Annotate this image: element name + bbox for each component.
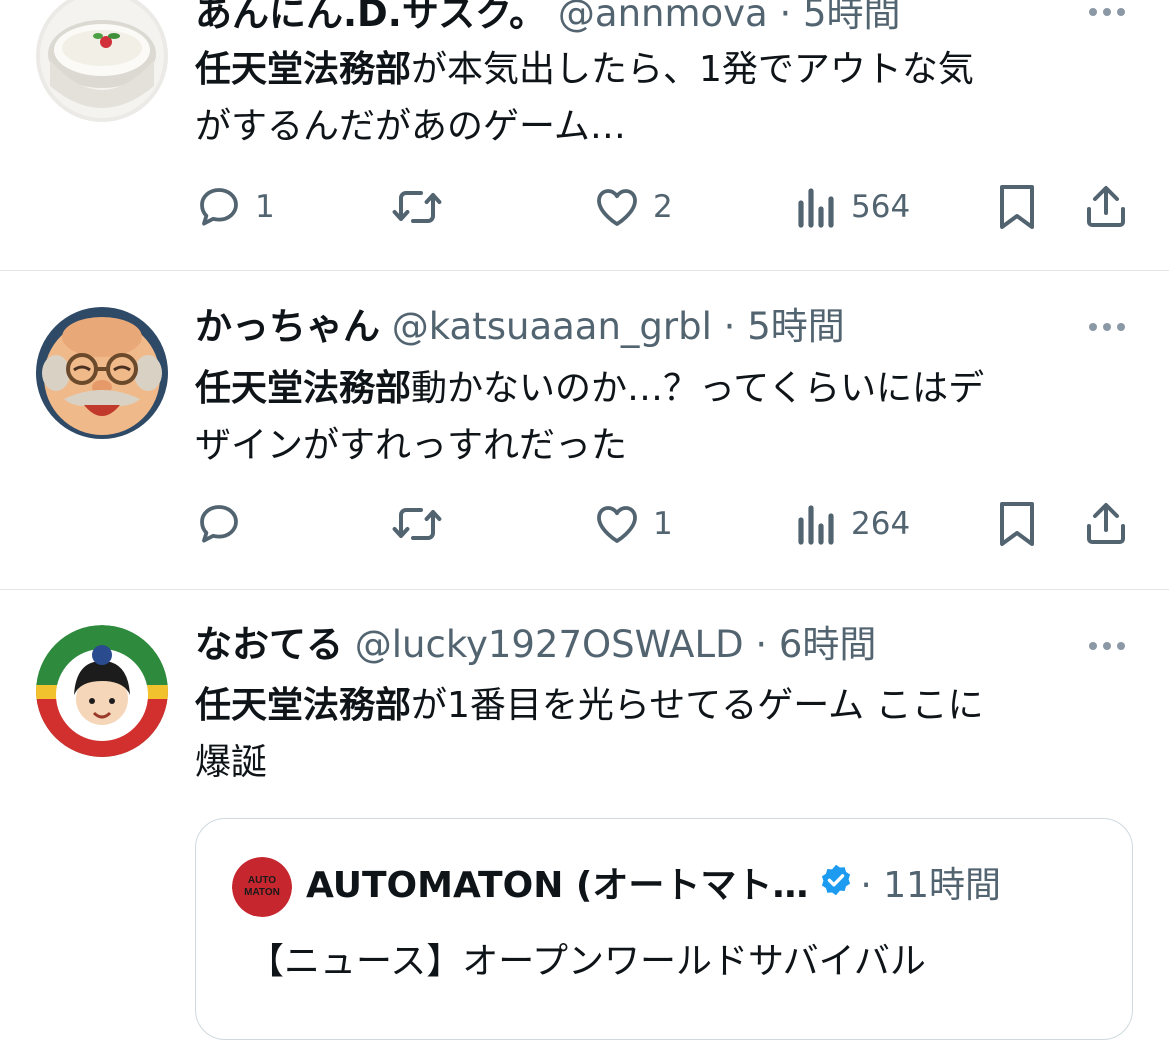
svg-text:MATON: MATON bbox=[244, 887, 280, 898]
views-button[interactable]: 564 bbox=[795, 177, 910, 237]
action-bar: 1 264 bbox=[195, 494, 1140, 554]
separator: · bbox=[723, 305, 736, 348]
quoted-header: AUTOMATON (オートマト… · 11時間 bbox=[306, 861, 1001, 912]
reply-button[interactable]: 1 bbox=[195, 177, 275, 237]
timestamp[interactable]: 5時間 bbox=[747, 305, 845, 348]
tweet-text: 任天堂法務部動かないのか…？ってくらいにはデ ザインがすれっすれだった bbox=[195, 360, 1125, 474]
bookmark-icon bbox=[1000, 502, 1034, 546]
retweet-icon bbox=[392, 191, 442, 223]
avatar[interactable] bbox=[36, 0, 168, 122]
share-button[interactable] bbox=[1083, 177, 1129, 237]
views-button[interactable]: 264 bbox=[795, 494, 910, 554]
like-button[interactable]: 2 bbox=[593, 177, 673, 237]
user-handle[interactable]: @katsuaaan_grbl bbox=[392, 305, 712, 348]
display-name[interactable]: なおてる bbox=[195, 623, 343, 666]
tweet-text: 任天堂法務部が1番目を光らせてるゲーム ここに 爆誕 bbox=[195, 677, 1125, 791]
display-name[interactable]: あんにん.D.サスク。 bbox=[195, 0, 546, 35]
views-icon bbox=[798, 188, 834, 228]
bookmark-button[interactable] bbox=[995, 494, 1039, 554]
bookmark-icon bbox=[1000, 185, 1034, 229]
more-icon[interactable] bbox=[1086, 317, 1128, 337]
display-name[interactable]: かっちゃん bbox=[195, 305, 380, 348]
view-count: 264 bbox=[851, 506, 911, 542]
tweet-header: あんにん.D.サスク。 @annmova · 5時間 bbox=[195, 0, 901, 38]
retweet-button[interactable] bbox=[391, 494, 455, 554]
like-icon bbox=[597, 506, 637, 543]
display-name[interactable]: AUTOMATON (オートマト… bbox=[306, 865, 808, 906]
view-count: 564 bbox=[851, 189, 911, 225]
like-button[interactable]: 1 bbox=[593, 494, 673, 554]
like-icon bbox=[597, 189, 637, 226]
text-line: が1番目を光らせてるゲーム ここに bbox=[411, 685, 984, 726]
more-icon[interactable] bbox=[1086, 2, 1128, 22]
share-icon bbox=[1087, 503, 1125, 544]
like-count: 1 bbox=[653, 506, 673, 542]
retweet-icon bbox=[392, 508, 442, 540]
separator: · bbox=[779, 0, 792, 35]
text-line: ザインがすれっすれだった bbox=[195, 425, 628, 466]
more-icon[interactable] bbox=[1086, 636, 1128, 656]
timestamp[interactable]: 11時間 bbox=[883, 865, 1001, 906]
separator: · bbox=[755, 623, 768, 666]
text-line: 動かないのか…？ってくらいにはデ bbox=[411, 368, 985, 409]
tweet-header: かっちゃん @katsuaaan_grbl · 5時間 bbox=[195, 303, 845, 351]
mention-link[interactable]: 任天堂法務部 bbox=[195, 49, 411, 90]
tweet-2[interactable]: かっちゃん @katsuaaan_grbl · 5時間 任天堂法務部動かないのか… bbox=[0, 271, 1169, 588]
avatar[interactable]: AUTO MATON bbox=[232, 857, 292, 917]
user-handle[interactable]: @annmova bbox=[558, 0, 768, 35]
action-bar: 1 2 564 bbox=[195, 177, 1140, 237]
avatar[interactable] bbox=[36, 625, 168, 757]
timestamp[interactable]: 5時間 bbox=[803, 0, 901, 35]
reply-button[interactable] bbox=[195, 494, 255, 554]
bookmark-button[interactable] bbox=[995, 177, 1039, 237]
share-icon bbox=[1087, 186, 1125, 227]
text-line: 爆誕 bbox=[195, 742, 268, 783]
like-count: 2 bbox=[653, 189, 673, 225]
retweet-button[interactable] bbox=[391, 177, 455, 237]
tweet-text: 任天堂法務部が本気出したら、1発でアウトな気 がするんだがあのゲーム… bbox=[195, 41, 1125, 155]
views-icon bbox=[798, 505, 834, 545]
reply-icon bbox=[200, 505, 238, 543]
reply-count: 1 bbox=[255, 189, 275, 225]
quoted-text: 【ニュース】オープンワールドサバイバル bbox=[248, 941, 926, 982]
tweet-1[interactable]: あんにん.D.サスク。 @annmova · 5時間 任天堂法務部が本気出したら… bbox=[0, 0, 1169, 270]
share-button[interactable] bbox=[1083, 494, 1129, 554]
mention-link[interactable]: 任天堂法務部 bbox=[195, 368, 411, 409]
text-line: がするんだがあのゲーム… bbox=[195, 106, 626, 147]
svg-text:AUTO: AUTO bbox=[248, 875, 276, 886]
mention-link[interactable]: 任天堂法務部 bbox=[195, 685, 411, 726]
verified-icon bbox=[818, 862, 854, 912]
reply-icon bbox=[200, 188, 238, 226]
text-line: が本気出したら、1発でアウトな気 bbox=[411, 49, 974, 90]
tweet-header: なおてる @lucky1927OSWALD · 6時間 bbox=[195, 621, 876, 669]
separator: · bbox=[860, 865, 872, 906]
avatar[interactable] bbox=[36, 307, 168, 439]
user-handle[interactable]: @lucky1927OSWALD bbox=[355, 623, 744, 666]
timestamp[interactable]: 6時間 bbox=[779, 623, 877, 666]
quoted-tweet[interactable]: AUTO MATON AUTOMATON (オートマト… · 11時間 【ニュース… bbox=[195, 818, 1133, 1040]
